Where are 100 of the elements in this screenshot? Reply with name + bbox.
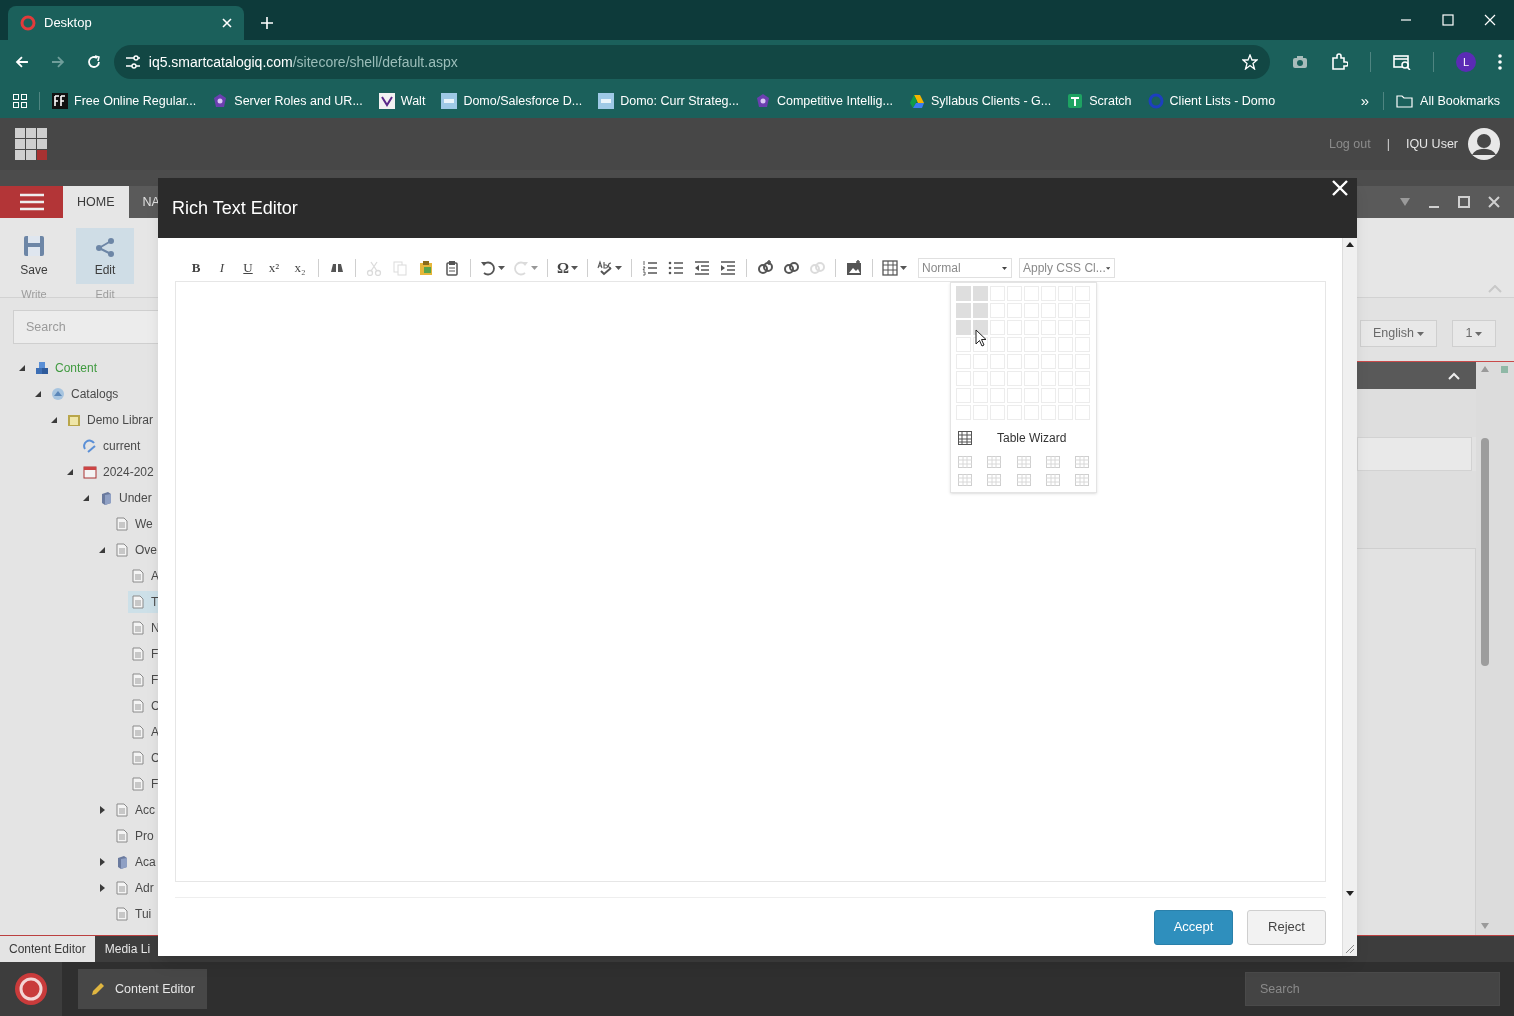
bottom-tab[interactable]: Content Editor xyxy=(0,936,95,962)
tree-item[interactable]: Tui xyxy=(135,905,152,923)
tree-item[interactable]: F xyxy=(151,775,158,793)
search-field[interactable]: Search xyxy=(1245,972,1500,1006)
toolbar-button[interactable]: B xyxy=(184,256,208,280)
tree-item[interactable]: Acc xyxy=(135,801,155,819)
bookmark-link[interactable]: Competitive Intellig... xyxy=(754,91,893,111)
start-logo-icon[interactable] xyxy=(14,972,48,1006)
tree-item[interactable]: Demo Librar xyxy=(87,411,154,429)
table-grid-cell[interactable] xyxy=(956,303,971,318)
table-wizard-item[interactable]: Table Wizard xyxy=(997,429,1067,447)
collapse-toggle-icon[interactable] xyxy=(34,390,42,398)
dropdown-arrow-icon[interactable] xyxy=(1400,198,1410,206)
bookmark-link[interactable]: Domo/Salesforce D... xyxy=(441,91,583,111)
table-action-icon[interactable] xyxy=(1016,474,1031,486)
css-class-dropdown[interactable]: Apply CSS Cl... xyxy=(1019,258,1115,278)
profile-avatar[interactable]: L xyxy=(1456,52,1476,72)
caret-icon[interactable] xyxy=(571,266,578,270)
toolbar-button[interactable]: U xyxy=(236,256,260,280)
bookmark-link[interactable]: Client Lists - Domo xyxy=(1147,91,1276,111)
caret-icon[interactable] xyxy=(498,266,505,270)
tree-item[interactable]: current xyxy=(103,437,141,455)
tree-item[interactable]: Aca xyxy=(135,853,156,871)
reload-icon[interactable] xyxy=(85,54,102,70)
table-grid-cell[interactable] xyxy=(973,286,988,301)
apps-icon[interactable] xyxy=(13,94,27,108)
extensions-icon[interactable] xyxy=(1330,53,1348,71)
collapse-toggle-icon[interactable] xyxy=(66,468,74,476)
toolbar-button[interactable]: Ω xyxy=(554,256,581,280)
tree-item[interactable]: T xyxy=(151,593,158,611)
tree-item[interactable]: Under xyxy=(119,489,152,507)
user-avatar-icon[interactable] xyxy=(1468,128,1500,160)
collapse-toggle-icon[interactable] xyxy=(98,546,106,554)
new-tab-icon[interactable] xyxy=(260,16,274,30)
table-grid-cell[interactable] xyxy=(956,286,971,301)
scrollbar-track[interactable] xyxy=(1342,238,1357,956)
accept-button[interactable]: Accept xyxy=(1154,909,1233,945)
bookmark-link[interactable]: Walt xyxy=(378,91,426,111)
toolbar-button[interactable]: I xyxy=(210,256,234,280)
tree-item[interactable]: Ove xyxy=(135,541,157,559)
collapse-toggle-icon[interactable] xyxy=(82,494,90,502)
browser-tab[interactable]: Desktop xyxy=(8,6,244,40)
format-dropdown[interactable]: Normal xyxy=(918,258,1012,278)
scrollbar-thumb[interactable] xyxy=(1481,438,1489,666)
scroll-down-icon[interactable] xyxy=(1346,891,1354,896)
version-dropdown[interactable]: 1 xyxy=(1452,320,1496,347)
bookmark-link[interactable]: Domo: Curr Strateg... xyxy=(598,91,739,111)
table-action-icon[interactable] xyxy=(958,474,972,486)
bookmark-link[interactable]: Server Roles and UR... xyxy=(212,91,363,111)
table-action-icon[interactable] xyxy=(1075,456,1089,468)
expand-toggle-icon[interactable] xyxy=(98,858,106,866)
address-bar[interactable]: iq5.smartcatalogiq.com/sitecore/shell/default.aspx xyxy=(113,45,1270,79)
bookmark-link[interactable]: Syllabus Clients - G... xyxy=(909,91,1052,111)
back-icon[interactable] xyxy=(14,54,30,70)
tree-item[interactable]: Pro xyxy=(135,827,154,845)
expand-toggle-icon[interactable] xyxy=(98,806,106,814)
tab-search-icon[interactable] xyxy=(1393,54,1411,70)
table-action-icon[interactable] xyxy=(958,456,972,468)
caret-icon[interactable] xyxy=(900,266,907,270)
tree-item[interactable]: F xyxy=(151,645,158,663)
table-action-icon[interactable] xyxy=(1045,474,1060,486)
tree-item[interactable]: 2024-202 xyxy=(103,463,154,481)
table-grid-cell[interactable] xyxy=(973,303,988,318)
hamburger-menu-icon[interactable] xyxy=(18,193,45,211)
taskbar-app-button[interactable]: Content Editor xyxy=(78,969,207,1009)
bookmarks-overflow-button[interactable]: » xyxy=(1360,89,1370,113)
bottom-tab[interactable]: Media Li xyxy=(98,936,157,962)
site-settings-icon[interactable] xyxy=(123,54,142,70)
table-action-icon[interactable] xyxy=(1075,474,1089,486)
tree-item[interactable]: F xyxy=(151,671,158,689)
language-dropdown[interactable]: English xyxy=(1360,320,1437,347)
maximize-icon[interactable] xyxy=(1458,196,1470,208)
table-action-icon[interactable] xyxy=(1045,456,1060,468)
ribbon-tab[interactable]: HOME xyxy=(63,186,129,218)
bookmark-link[interactable]: Scratch xyxy=(1067,91,1132,111)
forward-icon[interactable] xyxy=(49,54,66,70)
bookmark-link[interactable]: Free Online Regular... xyxy=(52,91,197,111)
collapse-toggle-icon[interactable] xyxy=(50,416,58,424)
text-field[interactable] xyxy=(1357,437,1472,471)
toolbar-button[interactable]: x² xyxy=(262,256,286,280)
collapse-ribbon-icon[interactable] xyxy=(1488,285,1502,293)
ribbon-button[interactable]: Edit xyxy=(76,228,134,284)
tree-item[interactable]: We xyxy=(135,515,153,533)
reject-button[interactable]: Reject xyxy=(1247,909,1326,945)
scroll-up-icon[interactable] xyxy=(1346,242,1354,247)
table-action-icon[interactable] xyxy=(987,456,1002,468)
table-action-icon[interactable] xyxy=(987,474,1002,486)
app-grid-icon[interactable] xyxy=(15,128,47,160)
section-header-bar[interactable] xyxy=(1357,362,1476,389)
ribbon-button[interactable]: Save xyxy=(10,228,58,284)
table-grid-cell[interactable] xyxy=(956,320,971,335)
expand-toggle-icon[interactable] xyxy=(98,884,106,892)
star-icon[interactable] xyxy=(1242,54,1258,70)
caret-icon[interactable] xyxy=(615,266,622,270)
resize-grip-icon[interactable] xyxy=(1345,944,1355,954)
tree-item[interactable]: N xyxy=(151,619,158,637)
table-action-icon[interactable] xyxy=(1016,456,1031,468)
all-bookmarks-link[interactable]: All Bookmarks xyxy=(1420,91,1500,111)
collapse-toggle-icon[interactable] xyxy=(18,364,26,372)
toolbar-button[interactable]: x₂ xyxy=(288,256,312,280)
